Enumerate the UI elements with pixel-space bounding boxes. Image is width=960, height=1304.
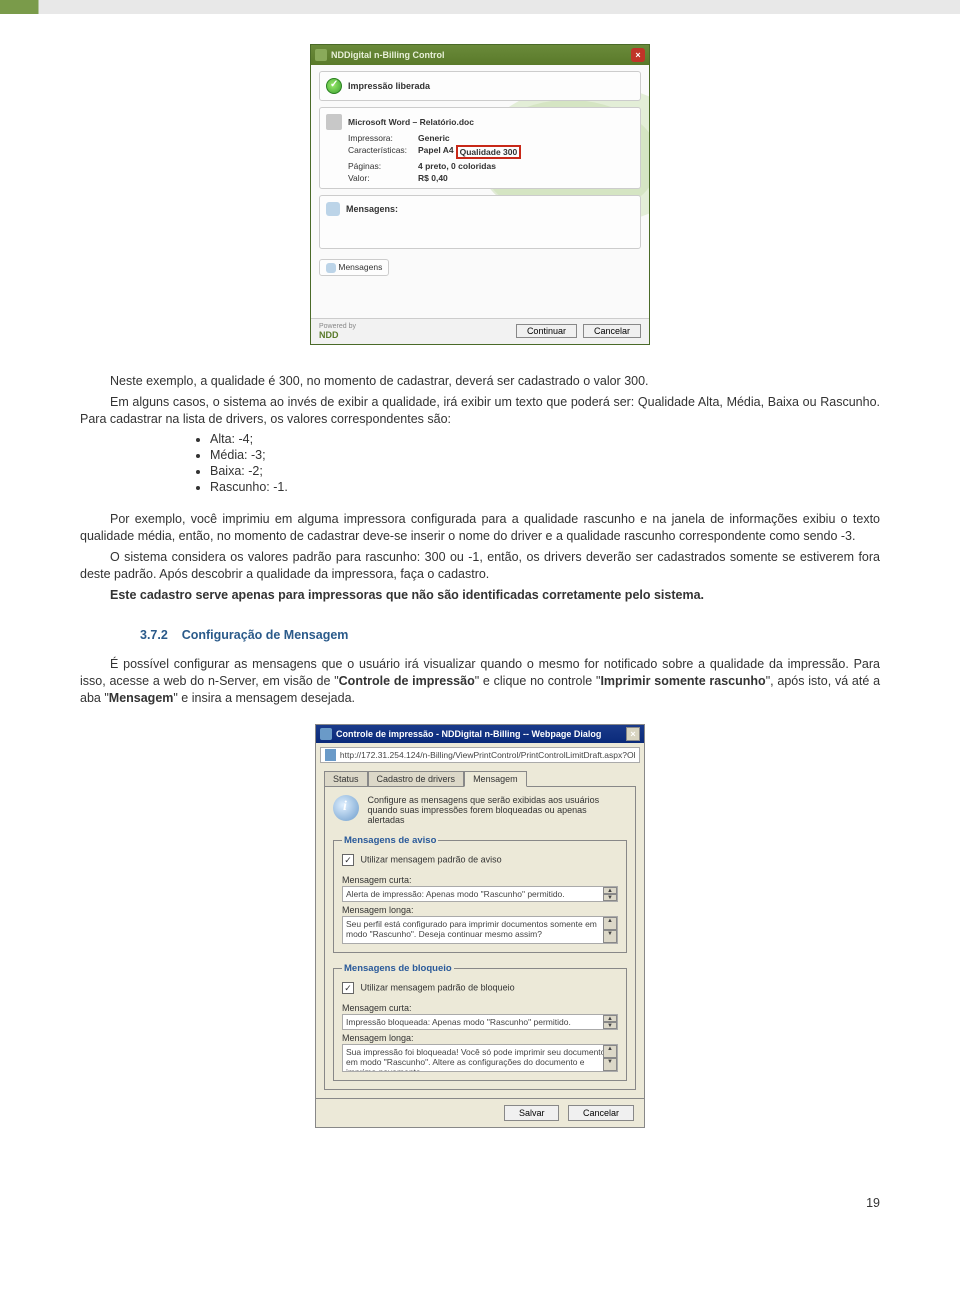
paragraph: É possível configurar as mensagens que o… <box>80 656 880 707</box>
fieldset-aviso: Mensagens de aviso ✓ Utilizar mensagem p… <box>333 835 627 953</box>
fieldset-bloqueio: Mensagens de bloqueio ✓ Utilizar mensage… <box>333 963 627 1081</box>
bullet-list: Alta: -4; Média: -3; Baixa: -2; Rascunho… <box>210 431 880 495</box>
label-curta: Mensagem curta: <box>342 872 618 886</box>
url-text: http://172.31.254.124/n-Billing/ViewPrin… <box>340 750 635 760</box>
paragraph: Em alguns casos, o sistema ao invés de e… <box>80 394 880 428</box>
value-valor: R$ 0,40 <box>418 173 448 183</box>
label-caract: Características: <box>348 145 418 159</box>
textarea-bloq-longa[interactable]: Sua impressão foi bloqueada! Você só pod… <box>342 1044 618 1072</box>
spinner-up-icon[interactable]: ▲ <box>603 1015 617 1022</box>
list-item: Rascunho: -1. <box>210 479 880 495</box>
info-text: Configure as mensagens que serão exibida… <box>368 795 618 825</box>
spinner-up-icon[interactable]: ▲ <box>603 917 617 930</box>
value-qualidade: Qualidade 300 <box>456 145 522 159</box>
tab-mensagem[interactable]: Mensagem <box>464 771 527 787</box>
cancelar-button[interactable]: Cancelar <box>568 1105 634 1121</box>
messages-label: Mensagens: <box>346 204 398 214</box>
check-icon <box>326 78 342 94</box>
label-paginas: Páginas: <box>348 161 418 171</box>
url-bar: http://172.31.254.124/n-Billing/ViewPrin… <box>320 747 640 763</box>
messages-tab-label: Mensagens <box>338 262 382 272</box>
label-valor: Valor: <box>348 173 418 183</box>
continuar-button[interactable]: Continuar <box>516 324 577 338</box>
info-icon <box>333 795 359 821</box>
page-icon <box>325 749 336 761</box>
checkbox-bloqueio[interactable]: ✓ <box>342 982 354 994</box>
section-title: Configuração de Mensagem <box>182 628 349 642</box>
dialog-title: Controle de impressão - NDDigital n-Bill… <box>336 729 601 739</box>
spinner-up-icon[interactable]: ▲ <box>603 887 617 894</box>
file-icon <box>326 114 342 130</box>
label-longa: Mensagem longa: <box>342 1030 618 1044</box>
cancelar-button[interactable]: Cancelar <box>583 324 641 338</box>
label-impressora: Impressora: <box>348 133 418 143</box>
message-icon <box>326 263 336 273</box>
checkbox-label: Utilizar mensagem padrão de bloqueio <box>361 983 515 993</box>
close-icon[interactable]: × <box>626 727 640 741</box>
list-item: Alta: -4; <box>210 431 880 447</box>
spinner-down-icon[interactable]: ▼ <box>603 1058 617 1071</box>
dialog-title: NDDigital n-Billing Control <box>331 50 444 60</box>
checkbox-label: Utilizar mensagem padrão de aviso <box>361 855 502 865</box>
ndd-logo: Powered by NDD <box>319 323 356 340</box>
tab-drivers[interactable]: Cadastro de drivers <box>368 771 465 787</box>
legend-bloqueio: Mensagens de bloqueio <box>342 963 454 974</box>
spinner-up-icon[interactable]: ▲ <box>603 1045 617 1058</box>
dialog-title-bar: NDDigital n-Billing Control × <box>311 45 649 65</box>
webpage-dialog: Controle de impressão - NDDigital n-Bill… <box>315 724 645 1128</box>
list-item: Média: -3; <box>210 447 880 463</box>
page-icon <box>320 728 332 740</box>
message-icon <box>326 202 340 216</box>
status-text: Impressão liberada <box>348 81 430 91</box>
tab-bar: Status Cadastro de drivers Mensagem <box>324 771 636 787</box>
dialog-title-bar: Controle de impressão - NDDigital n-Bill… <box>316 725 644 743</box>
paragraph: Neste exemplo, a qualidade é 300, no mom… <box>80 373 880 390</box>
tab-status[interactable]: Status <box>324 771 368 787</box>
ndd-dialog: NDDigital n-Billing Control × Impressão … <box>310 44 650 345</box>
spinner-down-icon[interactable]: ▼ <box>603 1022 617 1029</box>
label-curta: Mensagem curta: <box>342 1000 618 1014</box>
paragraph: Por exemplo, você imprimiu em alguma imp… <box>80 511 880 545</box>
spinner-down-icon[interactable]: ▼ <box>603 930 617 943</box>
section-heading: 3.7.2 Configuração de Mensagem <box>140 628 880 642</box>
paragraph: O sistema considera os valores padrão pa… <box>80 549 880 583</box>
value-papel: Papel A4 <box>418 145 454 159</box>
input-bloq-curta[interactable]: Impressão bloqueada: Apenas modo "Rascun… <box>342 1014 618 1030</box>
legend-aviso: Mensagens de aviso <box>342 835 438 846</box>
spinner-down-icon[interactable]: ▼ <box>603 894 617 901</box>
close-icon[interactable]: × <box>631 48 645 62</box>
app-icon <box>315 49 327 61</box>
messages-tab[interactable]: Mensagens <box>319 259 389 276</box>
textarea-aviso-longa[interactable]: Seu perfil está configurado para imprimi… <box>342 916 618 944</box>
section-number: 3.7.2 <box>140 628 168 642</box>
value-impressora: Generic <box>418 133 450 143</box>
input-aviso-curta[interactable]: Alerta de impressão: Apenas modo "Rascun… <box>342 886 618 902</box>
top-band <box>0 0 960 14</box>
paragraph-bold: Este cadastro serve apenas para impresso… <box>80 587 880 604</box>
file-name: Microsoft Word – Relatório.doc <box>348 117 474 127</box>
salvar-button[interactable]: Salvar <box>504 1105 560 1121</box>
list-item: Baixa: -2; <box>210 463 880 479</box>
label-longa: Mensagem longa: <box>342 902 618 916</box>
page-number: 19 <box>0 1168 960 1226</box>
value-paginas: 4 preto, 0 coloridas <box>418 161 496 171</box>
checkbox-aviso[interactable]: ✓ <box>342 854 354 866</box>
